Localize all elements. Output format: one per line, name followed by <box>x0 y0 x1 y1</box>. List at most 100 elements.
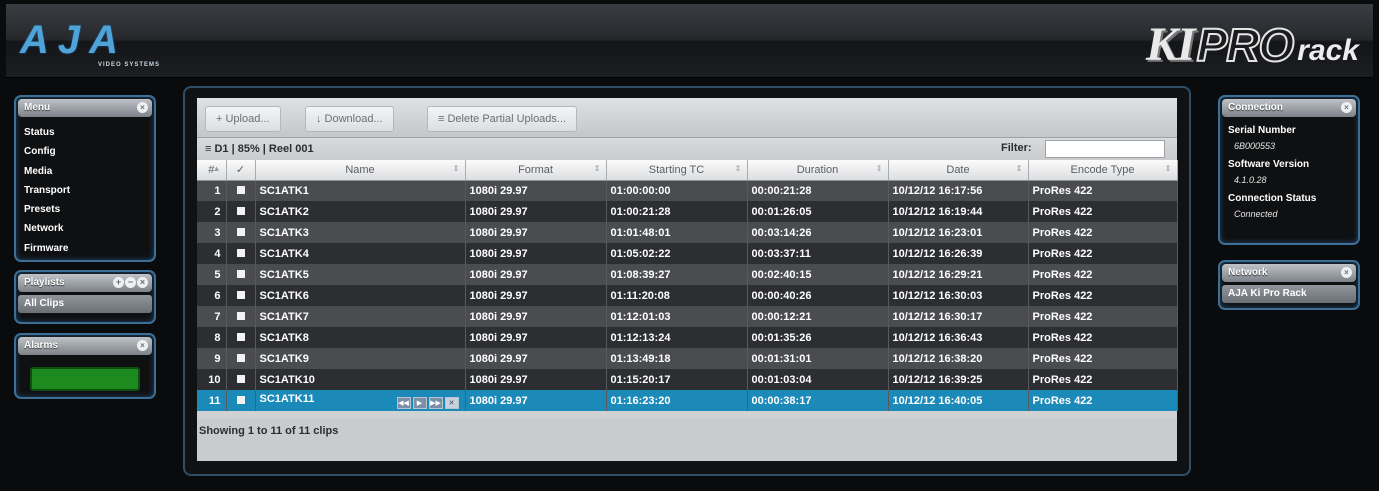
menu-item-transport[interactable]: Transport <box>24 181 146 200</box>
table-row[interactable]: 9 SC1ATK9 1080i 29.97 01:13:49:18 00:01:31:0… <box>197 348 1178 369</box>
network-close-icon[interactable]: × <box>1341 267 1352 278</box>
table-row[interactable]: 11 SC1ATK11 ◀◀ ▶ ▶▶ ✕ 1080i 29.97 01:16:23:20 00… <box>197 390 1178 411</box>
menu-item-presets[interactable]: Presets <box>24 200 146 219</box>
row-name-cell: SC1ATK5 <box>255 264 466 285</box>
playlist-controls: + − × <box>113 277 148 288</box>
column-header-duration[interactable]: Duration ⇕ <box>747 160 889 181</box>
row-duration: 00:01:31:01 <box>747 348 889 369</box>
row-date: 10/12/12 16:23:01 <box>888 222 1029 243</box>
close-icon[interactable]: ✕ <box>444 396 459 409</box>
menu-close-icon[interactable]: × <box>137 102 148 113</box>
row-name-cell: SC1ATK1 <box>255 180 466 201</box>
fast-forward-icon[interactable]: ▶▶ <box>428 396 443 409</box>
checkbox-icon[interactable] <box>236 290 245 299</box>
sort-icon: ▲ <box>212 164 221 173</box>
table-row[interactable]: 3 SC1ATK3 1080i 29.97 01:01:48:01 00:03:14:2… <box>197 222 1178 243</box>
remove-playlist-icon[interactable]: − <box>125 277 136 288</box>
row-name-cell: SC1ATK2 <box>255 201 466 222</box>
row-format: 1080i 29.97 <box>465 201 607 222</box>
playlist-all-clips[interactable]: All Clips <box>18 295 152 313</box>
column-header-date[interactable]: Date ⇕ <box>888 160 1029 181</box>
clip-count-status: Showing 1 to 11 of 11 clips <box>199 425 339 437</box>
table-row[interactable]: 8 SC1ATK8 1080i 29.97 01:12:13:24 00:01:35:2… <box>197 327 1178 348</box>
row-checkbox[interactable] <box>226 222 256 243</box>
table-row[interactable]: 1 SC1ATK1 1080i 29.97 01:00:00:00 00:00:21:2… <box>197 180 1178 201</box>
table-row[interactable]: 10 SC1ATK10 1080i 29.97 01:15:20:17 00:01:03… <box>197 369 1178 390</box>
row-checkbox[interactable] <box>226 369 256 390</box>
play-icon[interactable]: ▶ <box>412 396 427 409</box>
checkbox-icon[interactable] <box>236 353 245 362</box>
row-checkbox[interactable] <box>226 390 256 411</box>
row-duration: 00:02:40:15 <box>747 264 889 285</box>
row-format: 1080i 29.97 <box>465 264 607 285</box>
clip-rows: 1 SC1ATK1 1080i 29.97 01:00:00:00 00:00:21:2… <box>197 180 1178 411</box>
row-name-cell: SC1ATK8 <box>255 327 466 348</box>
menu-item-status[interactable]: Status <box>24 123 146 142</box>
product-rack: rack <box>1297 34 1359 67</box>
checkbox-icon[interactable] <box>236 395 245 404</box>
delete-partial-uploads-button[interactable]: ≡ Delete Partial Uploads... <box>427 106 578 132</box>
column-header-check[interactable]: ✓ <box>226 160 256 181</box>
column-header-format[interactable]: Format ⇕ <box>465 160 607 181</box>
connection-status-label: Connection Status <box>1228 193 1317 204</box>
network-device-item[interactable]: AJA Ki Pro Rack <box>1222 285 1356 303</box>
column-header-encode-type[interactable]: Encode Type ⇕ <box>1028 160 1178 181</box>
alarms-close-icon[interactable]: × <box>137 340 148 351</box>
download-button[interactable]: ↓ Download... <box>305 106 394 132</box>
row-number: 10 <box>197 369 227 390</box>
checkbox-icon[interactable] <box>236 248 245 257</box>
sort-icon: ⇕ <box>452 164 460 173</box>
table-row[interactable]: 4 SC1ATK4 1080i 29.97 01:05:02:22 00:03:37:1… <box>197 243 1178 264</box>
table-row[interactable]: 2 SC1ATK2 1080i 29.97 01:00:21:28 00:01:26:0… <box>197 201 1178 222</box>
header-bar: AJA VIDEO SYSTEMS KI PRO rack <box>6 4 1373 78</box>
row-checkbox[interactable] <box>226 201 256 222</box>
menu-item-config[interactable]: Config <box>24 142 146 161</box>
menu-item-firmware[interactable]: Firmware <box>24 239 146 258</box>
row-checkbox[interactable] <box>226 285 256 306</box>
row-encode-type: ProRes 422 <box>1028 390 1178 411</box>
checkbox-icon[interactable] <box>236 206 245 215</box>
row-format: 1080i 29.97 <box>465 369 607 390</box>
table-row[interactable]: 5 SC1ATK5 1080i 29.97 01:08:39:27 00:02:40:1… <box>197 264 1178 285</box>
row-date: 10/12/12 16:19:44 <box>888 201 1029 222</box>
close-playlist-icon[interactable]: × <box>137 277 148 288</box>
row-encode-type: ProRes 422 <box>1028 306 1178 327</box>
row-checkbox[interactable] <box>226 180 256 201</box>
upload-button[interactable]: + Upload... <box>205 106 281 132</box>
row-encode-type: ProRes 422 <box>1028 264 1178 285</box>
connection-panel-header: Connection × <box>1222 99 1356 117</box>
checkbox-icon[interactable] <box>236 269 245 278</box>
row-name-cell: SC1ATK9 <box>255 348 466 369</box>
table-row[interactable]: 6 SC1ATK6 1080i 29.97 01:11:20:08 00:00:40:2… <box>197 285 1178 306</box>
rewind-icon[interactable]: ◀◀ <box>396 396 411 409</box>
row-checkbox[interactable] <box>226 243 256 264</box>
row-checkbox[interactable] <box>226 306 256 327</box>
row-encode-type: ProRes 422 <box>1028 222 1178 243</box>
row-checkbox[interactable] <box>226 264 256 285</box>
table-footer: Showing 1 to 11 of 11 clips <box>197 419 1177 461</box>
clip-name: SC1ATK7 <box>259 310 309 323</box>
menu-item-media[interactable]: Media <box>24 162 146 181</box>
checkbox-icon[interactable] <box>236 311 245 320</box>
column-header-number[interactable]: # ▲ <box>197 160 227 181</box>
filter-input[interactable] <box>1045 140 1165 158</box>
row-checkbox[interactable] <box>226 348 256 369</box>
row-starting-tc: 01:00:21:28 <box>606 201 748 222</box>
row-number: 8 <box>197 327 227 348</box>
menu-item-network[interactable]: Network <box>24 219 146 238</box>
table-row[interactable]: 7 SC1ATK7 1080i 29.97 01:12:01:03 00:00:12:2… <box>197 306 1178 327</box>
checkbox-icon[interactable] <box>236 185 245 194</box>
row-date: 10/12/12 16:30:17 <box>888 306 1029 327</box>
row-number: 1 <box>197 180 227 201</box>
column-header-name[interactable]: Name ⇕ <box>255 160 466 181</box>
row-checkbox[interactable] <box>226 327 256 348</box>
row-encode-type: ProRes 422 <box>1028 348 1178 369</box>
connection-close-icon[interactable]: × <box>1341 102 1352 113</box>
checkbox-icon[interactable] <box>236 332 245 341</box>
add-playlist-icon[interactable]: + <box>113 277 124 288</box>
column-header-starting-tc[interactable]: Starting TC ⇕ <box>606 160 748 181</box>
product-ki: KI <box>1145 18 1196 71</box>
checkbox-icon[interactable] <box>236 227 245 236</box>
row-encode-type: ProRes 422 <box>1028 180 1178 201</box>
checkbox-icon[interactable] <box>236 374 245 383</box>
